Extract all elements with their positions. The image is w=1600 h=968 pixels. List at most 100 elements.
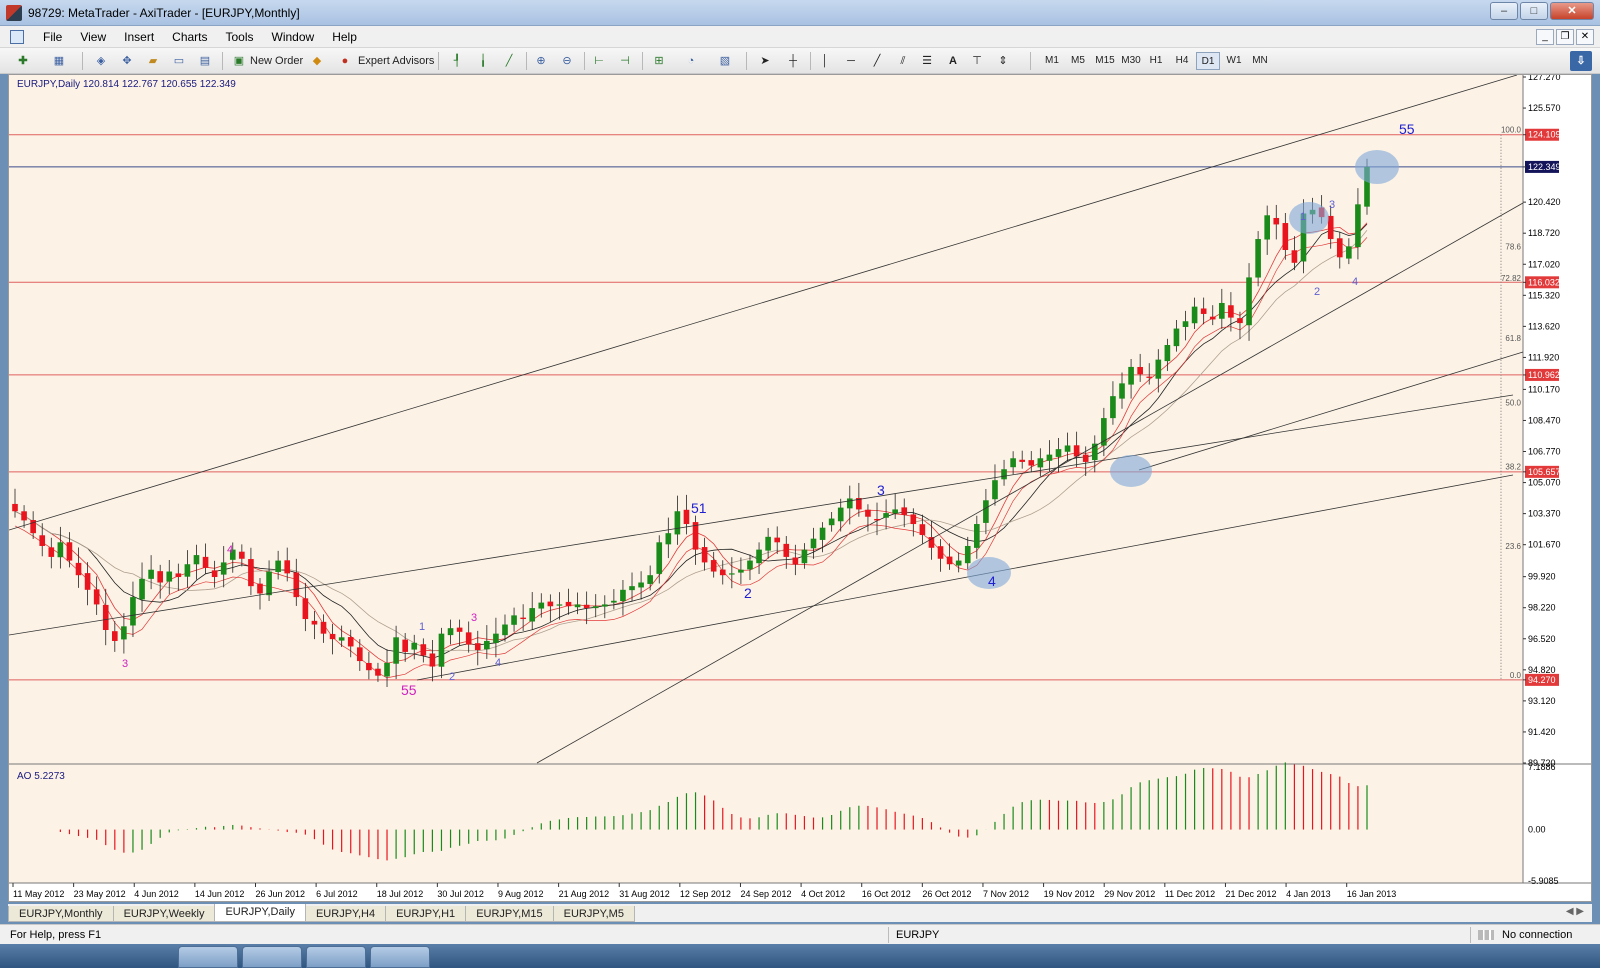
- candle-body: [919, 524, 926, 536]
- tab-scroll-arrows-icon[interactable]: ◀ ▶: [1566, 906, 1584, 917]
- timeframe-mn[interactable]: MN: [1248, 52, 1272, 70]
- price-chart[interactable]: 100.078.672.8261.850.038.223.60.03455123…: [9, 75, 1591, 901]
- vertical-line-icon[interactable]: │: [816, 52, 834, 70]
- zoom-out-icon[interactable]: ⊖: [558, 52, 576, 70]
- candle-body: [411, 642, 418, 650]
- timeframe-h1[interactable]: H1: [1144, 52, 1168, 70]
- candle-body: [665, 533, 672, 545]
- candle-body: [529, 608, 536, 622]
- expert-advisors-button[interactable]: Expert Advisors: [356, 52, 434, 70]
- candle-body: [139, 578, 145, 600]
- mdi-close-button[interactable]: ✕: [1576, 29, 1594, 45]
- candle-body: [1228, 305, 1234, 318]
- candle-body: [574, 604, 581, 608]
- candle-body: [1155, 359, 1162, 379]
- close-button[interactable]: ✕: [1550, 2, 1594, 20]
- tab-eurjpy-h1[interactable]: EURJPY,H1: [385, 906, 467, 922]
- line-chart-icon[interactable]: ╱: [500, 52, 518, 70]
- tab-eurjpy-monthly[interactable]: EURJPY,Monthly: [8, 906, 114, 922]
- taskbar-button[interactable]: [370, 946, 430, 968]
- menu-insert[interactable]: Insert: [115, 30, 163, 44]
- new-chart-icon[interactable]: ✚: [14, 52, 32, 70]
- minimize-button[interactable]: –: [1490, 2, 1518, 20]
- candle-body: [1191, 306, 1198, 324]
- menu-window[interactable]: Window: [263, 30, 324, 44]
- horizontal-line-icon[interactable]: ─: [842, 52, 860, 70]
- zoom-in-icon[interactable]: ⊕: [532, 52, 550, 70]
- price-tick-label: 108.470: [1528, 415, 1561, 425]
- navigator-icon[interactable]: ✥: [118, 52, 136, 70]
- wave-label: 2: [449, 671, 455, 683]
- menu-tools[interactable]: Tools: [217, 30, 263, 44]
- chart-shift-icon[interactable]: ⊣: [616, 52, 634, 70]
- tab-eurjpy-m15[interactable]: EURJPY,M15: [465, 906, 554, 922]
- tab-eurjpy-m5[interactable]: EURJPY,M5: [552, 906, 635, 922]
- text-label-icon[interactable]: ⊤: [968, 52, 986, 70]
- mdi-minimize-button[interactable]: _: [1536, 29, 1554, 45]
- menu-view[interactable]: View: [71, 30, 115, 44]
- tab-eurjpy-weekly[interactable]: EURJPY,Weekly: [112, 906, 216, 922]
- arrows-icon[interactable]: ⇕: [994, 52, 1012, 70]
- market-watch-icon[interactable]: ◈: [92, 52, 110, 70]
- new-order-button[interactable]: New Order: [248, 52, 303, 70]
- expert-advisors-icon: ●: [341, 55, 349, 67]
- candle-body: [338, 637, 345, 641]
- price-tick-label: 118.720: [1528, 228, 1560, 238]
- price-tick-label: 125.570: [1528, 103, 1561, 113]
- trendline-icon[interactable]: ╱: [868, 52, 886, 70]
- candle-body: [819, 527, 826, 540]
- terminal-icon[interactable]: ▭: [170, 52, 188, 70]
- candlestick-icon[interactable]: ╽: [474, 52, 492, 70]
- candle-body: [874, 518, 880, 521]
- candle-body: [729, 573, 735, 575]
- candle-body: [1237, 318, 1243, 324]
- new-order-icon: ▣: [233, 55, 245, 67]
- tab-eurjpy-daily[interactable]: EURJPY,Daily: [214, 904, 306, 922]
- wave-label: 4: [227, 544, 233, 556]
- taskbar-button[interactable]: [178, 946, 238, 968]
- taskbar-button[interactable]: [306, 946, 366, 968]
- profiles-icon[interactable]: ▦: [50, 52, 68, 70]
- navigator-toggle-icon[interactable]: ⇩: [1570, 51, 1592, 71]
- menu-help[interactable]: Help: [323, 30, 366, 44]
- fibonacci-icon[interactable]: ☰: [918, 52, 936, 70]
- document-icon[interactable]: [10, 30, 24, 44]
- timeframe-m5[interactable]: M5: [1066, 52, 1090, 70]
- autoscroll-icon[interactable]: ⊢: [590, 52, 608, 70]
- candle-body: [484, 640, 490, 650]
- wave-label: 1: [419, 621, 425, 633]
- indicators-icon[interactable]: ⊞: [650, 52, 668, 70]
- taskbar-button[interactable]: [242, 946, 302, 968]
- chart-window[interactable]: 100.0 78.6 72.82 61.8 50.0 38.2 23.6 0.0 3 4 55 1 2 3…: [8, 74, 1592, 902]
- cursor-icon[interactable]: ➤: [756, 52, 774, 70]
- templates-icon[interactable]: ▧: [716, 52, 734, 70]
- timeframe-d1[interactable]: D1: [1196, 52, 1220, 70]
- menu-file[interactable]: File: [34, 30, 71, 44]
- bar-chart-icon[interactable]: ┦: [448, 52, 466, 70]
- date-tick-label: 16 Oct 2012: [862, 889, 911, 899]
- maximize-button[interactable]: □: [1520, 2, 1548, 20]
- timeframe-m15[interactable]: M15: [1092, 52, 1118, 70]
- candle-body: [193, 555, 200, 565]
- timeframe-w1[interactable]: W1: [1222, 52, 1246, 70]
- folder-icon[interactable]: ▰: [144, 52, 162, 70]
- channel-icon[interactable]: ⫽: [894, 52, 912, 70]
- timeframe-m30[interactable]: M30: [1118, 52, 1144, 70]
- candle-body: [1164, 345, 1171, 362]
- price-tick-label: 110.170: [1528, 384, 1560, 394]
- text-tool-icon[interactable]: A: [944, 52, 962, 70]
- timeframe-m1[interactable]: M1: [1040, 52, 1064, 70]
- timeframe-h4[interactable]: H4: [1170, 52, 1194, 70]
- tester-icon[interactable]: ▤: [196, 52, 214, 70]
- tab-eurjpy-h4[interactable]: EURJPY,H4: [304, 906, 387, 922]
- mdi-restore-button[interactable]: ❐: [1556, 29, 1574, 45]
- crosshair-icon[interactable]: ┼: [784, 52, 802, 70]
- menu-charts[interactable]: Charts: [163, 30, 216, 44]
- wave-label: 4: [988, 573, 996, 589]
- date-tick-label: 11 May 2012: [13, 889, 64, 899]
- candle-body: [121, 626, 127, 640]
- warning-icon[interactable]: ◆: [308, 52, 326, 70]
- title-bar[interactable]: 98729: MetaTrader - AxiTrader - [EURJPY,…: [0, 0, 1600, 26]
- periods-icon[interactable]: ◔: [682, 52, 700, 70]
- candle-body: [1128, 366, 1134, 385]
